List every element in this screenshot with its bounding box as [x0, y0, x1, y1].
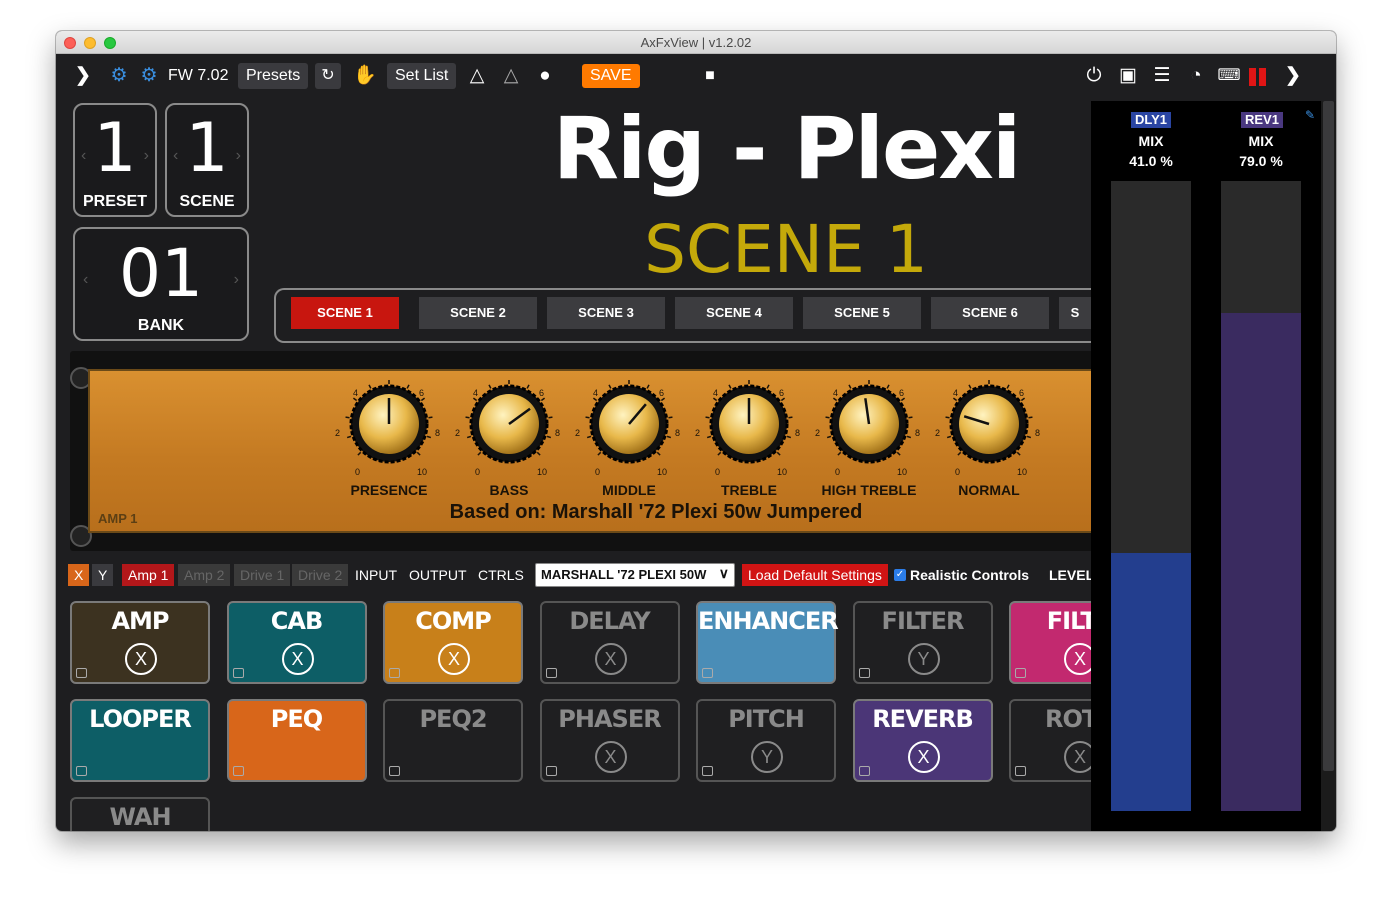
block-cab[interactable]: CAB X: [226, 601, 367, 684]
mix-meters: ✎ DLY1 MIX 41.0 % REV1 MIX 79.0 %: [1091, 101, 1321, 831]
block-pitch[interactable]: PITCH Y: [696, 699, 836, 782]
block-xy-badge[interactable]: X: [438, 643, 470, 675]
snapshot-icon[interactable]: [702, 766, 713, 776]
block-xy-badge[interactable]: Y: [751, 741, 783, 773]
snapshot-icon[interactable]: [389, 668, 400, 678]
block-looper[interactable]: LOOPER: [70, 699, 210, 782]
block-xy-badge[interactable]: X: [1064, 741, 1091, 773]
block-peq[interactable]: PEQ: [226, 699, 367, 782]
block-xy-badge[interactable]: X: [594, 741, 627, 773]
block-name: CAB: [270, 607, 323, 635]
block-comp[interactable]: COMP X: [383, 601, 523, 684]
pause-icon[interactable]: [1249, 68, 1256, 86]
block-name: REVERB: [872, 705, 974, 733]
block-delay[interactable]: DELAY X: [539, 601, 680, 684]
meter-bar[interactable]: [1221, 181, 1301, 811]
snapshot-icon[interactable]: [232, 668, 244, 678]
chevron-right-icon[interactable]: ❯: [1280, 63, 1306, 89]
block-reverb[interactable]: REVERB X: [852, 699, 993, 782]
block-xy-badge[interactable]: X: [281, 643, 314, 675]
block-xy-badge[interactable]: Y: [907, 643, 940, 675]
snapshot-icon[interactable]: [858, 668, 870, 678]
routing-icon[interactable]: ☰: [1150, 63, 1174, 89]
block-name: ROTA: [1045, 705, 1091, 733]
amp-icon[interactable]: ▣: [1116, 63, 1140, 89]
block-filte[interactable]: FILTE X: [1009, 601, 1091, 684]
snapshot-icon[interactable]: [232, 766, 244, 776]
block-name: WAH: [109, 803, 171, 831]
meter-fill: [1111, 553, 1191, 811]
meter-tag: REV1: [1241, 112, 1283, 128]
meter-value: 79.0 %: [1239, 153, 1283, 169]
meter-value: 41.0 %: [1129, 153, 1173, 169]
block-name: ENHANCER: [698, 607, 839, 635]
blocks-grid: AMP X CAB X COMP X DELAY X ENHANCER FILTER Y FILTE X…: [56, 31, 1091, 831]
block-name: PEQ2: [419, 705, 487, 733]
block-phaser[interactable]: PHASER X: [539, 699, 680, 782]
block-wah[interactable]: WAH: [70, 797, 210, 831]
meter-fill: [1221, 313, 1301, 811]
snapshot-icon[interactable]: [389, 766, 400, 776]
block-xy-badge[interactable]: X: [1064, 643, 1091, 675]
block-name: LOOPER: [89, 705, 192, 733]
block-enhancer[interactable]: ENHANCER: [696, 601, 839, 684]
app-window: AxFxView | v1.2.02 ❯ ⚙ ⚙ FW 7.02 Presets…: [56, 31, 1336, 831]
vertical-scrollbar[interactable]: [1321, 101, 1336, 831]
meter-tag: DLY1: [1131, 112, 1172, 128]
snapshot-icon[interactable]: [545, 668, 557, 678]
block-xy-badge[interactable]: X: [594, 643, 627, 675]
snapshot-icon[interactable]: [858, 766, 870, 776]
block-name: AMP: [111, 607, 169, 635]
snapshot-icon[interactable]: [1015, 766, 1026, 776]
meter-bar[interactable]: [1111, 181, 1191, 811]
gauge-icon[interactable]: ◔: [1184, 63, 1208, 89]
block-name: FILTER: [881, 607, 965, 635]
block-peq2[interactable]: PEQ2: [383, 699, 523, 782]
block-name: PEQ: [270, 705, 323, 733]
block-filter[interactable]: FILTER Y: [852, 601, 993, 684]
snapshot-icon[interactable]: [1015, 668, 1026, 678]
block-name: DELAY: [569, 607, 650, 635]
meter-param: MIX: [1248, 133, 1274, 149]
block-name: PHASER: [558, 705, 661, 733]
keyboard-icon[interactable]: ⌨: [1216, 63, 1242, 89]
block-name: COMP: [415, 607, 492, 635]
snapshot-icon[interactable]: [76, 766, 87, 776]
block-xy-badge[interactable]: X: [125, 643, 157, 675]
block-xy-badge[interactable]: X: [907, 741, 940, 773]
pause-icon-bar: [1259, 68, 1266, 86]
snapshot-icon[interactable]: [76, 668, 87, 678]
scrollbar-thumb[interactable]: [1323, 101, 1334, 771]
block-amp[interactable]: AMP X: [70, 601, 210, 684]
block-name: FILTE: [1046, 607, 1091, 635]
block-name: PITCH: [728, 705, 805, 733]
edit-icon[interactable]: ✎: [1305, 108, 1315, 122]
snapshot-icon[interactable]: [702, 668, 713, 678]
snapshot-icon[interactable]: [545, 766, 557, 776]
meter-param: MIX: [1138, 133, 1164, 149]
block-rota[interactable]: ROTA X: [1009, 699, 1091, 782]
